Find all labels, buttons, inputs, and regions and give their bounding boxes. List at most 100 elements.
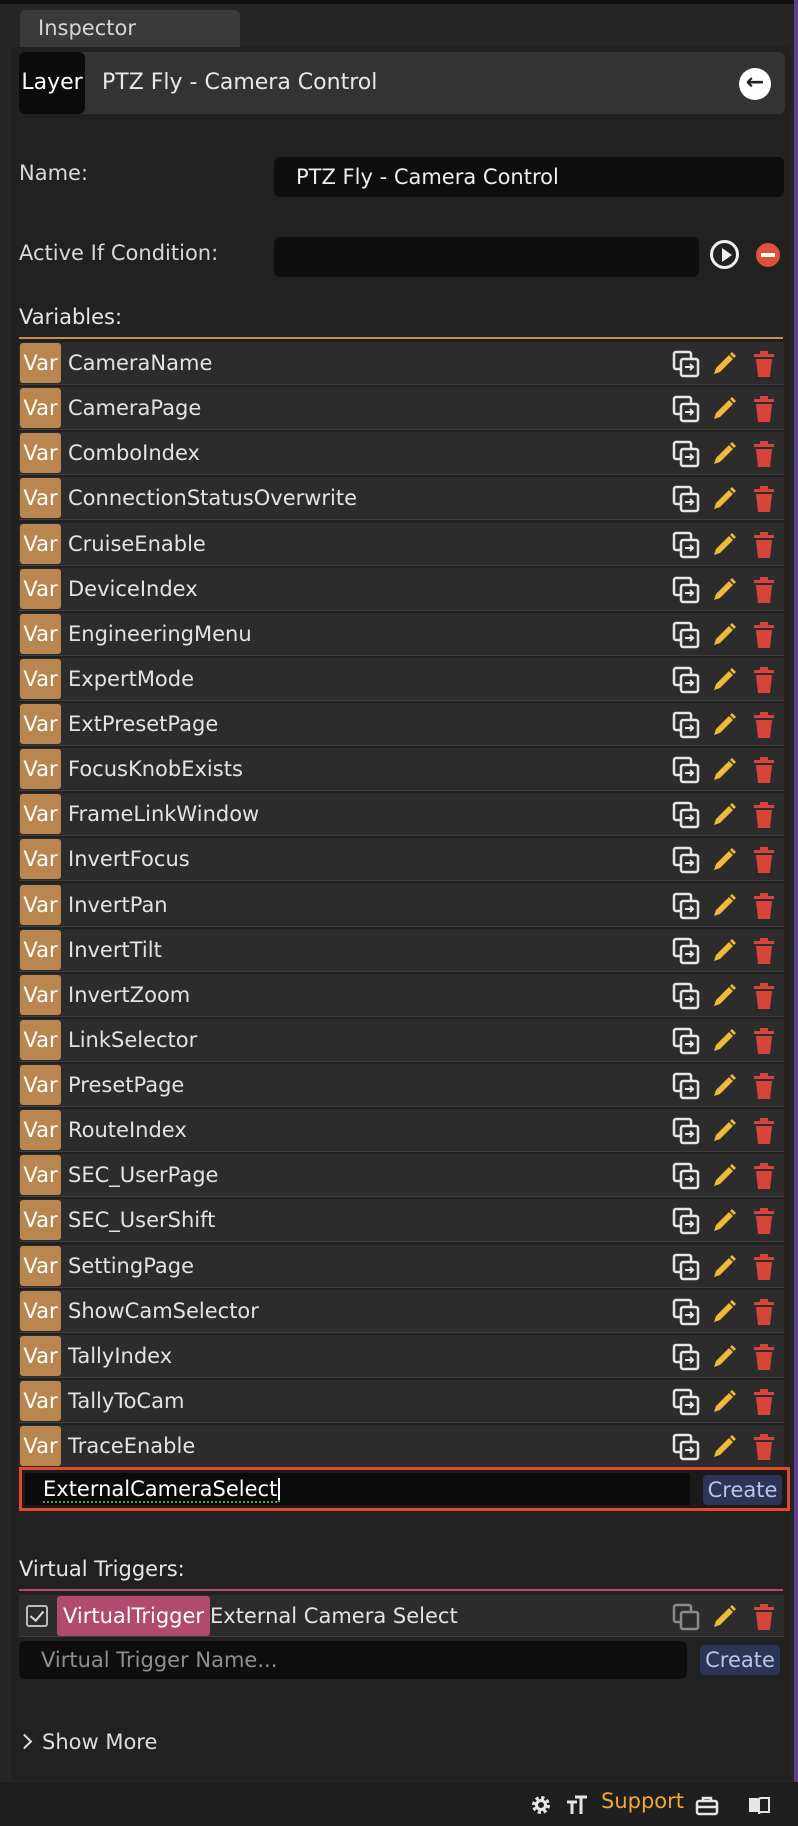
delete-trash-icon[interactable] — [750, 621, 778, 649]
duplicate-icon[interactable] — [672, 666, 700, 694]
variable-row: Var InvertTilt — [19, 928, 784, 972]
edit-pencil-icon[interactable] — [710, 892, 738, 920]
delete-trash-icon[interactable] — [750, 937, 778, 965]
duplicate-icon[interactable] — [672, 350, 700, 378]
duplicate-icon[interactable] — [672, 1027, 700, 1055]
edit-pencil-icon[interactable] — [710, 576, 738, 604]
play-icon[interactable] — [710, 240, 739, 269]
delete-trash-icon[interactable] — [750, 1433, 778, 1461]
variable-name: SEC_UserShift — [68, 1208, 216, 1233]
duplicate-icon[interactable] — [672, 1298, 700, 1326]
edit-pencil-icon[interactable] — [710, 485, 738, 513]
delete-trash-icon[interactable] — [750, 711, 778, 739]
delete-trash-icon[interactable] — [750, 801, 778, 829]
duplicate-icon[interactable] — [672, 846, 700, 874]
edit-pencil-icon[interactable] — [710, 711, 738, 739]
edit-pencil-icon[interactable] — [710, 1072, 738, 1100]
virtual-trigger-name-input[interactable]: Virtual Trigger Name... — [19, 1641, 687, 1679]
edit-pencil-icon[interactable] — [710, 1117, 738, 1145]
duplicate-icon[interactable] — [672, 395, 700, 423]
delete-trash-icon[interactable] — [750, 1603, 778, 1631]
delete-trash-icon[interactable] — [750, 1343, 778, 1371]
duplicate-icon[interactable] — [672, 711, 700, 739]
delete-trash-icon[interactable] — [750, 395, 778, 423]
duplicate-icon[interactable] — [672, 1072, 700, 1100]
duplicate-icon[interactable] — [672, 892, 700, 920]
edit-pencil-icon[interactable] — [710, 531, 738, 559]
duplicate-icon[interactable] — [672, 1207, 700, 1235]
edit-pencil-icon[interactable] — [710, 801, 738, 829]
edit-pencil-icon[interactable] — [710, 1388, 738, 1416]
duplicate-icon[interactable] — [672, 1433, 700, 1461]
edit-pencil-icon[interactable] — [710, 440, 738, 468]
delete-trash-icon[interactable] — [750, 1117, 778, 1145]
var-badge: Var — [20, 1335, 61, 1376]
text-size-icon[interactable] — [566, 1794, 588, 1816]
delete-trash-icon[interactable] — [750, 531, 778, 559]
delete-trash-icon[interactable] — [750, 1388, 778, 1416]
active-if-field[interactable] — [274, 237, 699, 277]
gear-icon[interactable] — [530, 1794, 552, 1816]
delete-trash-icon[interactable] — [750, 892, 778, 920]
duplicate-icon[interactable] — [672, 1117, 700, 1145]
create-variable-button[interactable]: Create — [703, 1475, 782, 1505]
duplicate-icon[interactable] — [672, 576, 700, 604]
duplicate-icon[interactable] — [672, 1253, 700, 1281]
duplicate-icon[interactable] — [672, 485, 700, 513]
duplicate-icon[interactable] — [672, 982, 700, 1010]
delete-trash-icon[interactable] — [750, 1207, 778, 1235]
remove-condition-icon[interactable] — [756, 243, 780, 267]
edit-pencil-icon[interactable] — [710, 1603, 738, 1631]
new-variable-input[interactable]: ExternalCameraSelect — [25, 1473, 690, 1505]
delete-trash-icon[interactable] — [750, 440, 778, 468]
delete-trash-icon[interactable] — [750, 756, 778, 784]
support-link[interactable]: Support — [601, 1789, 684, 1813]
duplicate-icon[interactable] — [672, 621, 700, 649]
edit-pencil-icon[interactable] — [710, 395, 738, 423]
create-virtual-trigger-button[interactable]: Create — [700, 1645, 780, 1675]
duplicate-icon[interactable] — [672, 756, 700, 784]
toolbox-icon[interactable] — [695, 1794, 719, 1816]
delete-trash-icon[interactable] — [750, 666, 778, 694]
duplicate-icon[interactable] — [672, 1343, 700, 1371]
manual-book-icon[interactable] — [747, 1794, 771, 1816]
edit-pencil-icon[interactable] — [710, 846, 738, 874]
duplicate-icon[interactable] — [672, 801, 700, 829]
duplicate-icon[interactable] — [672, 937, 700, 965]
name-field[interactable]: PTZ Fly - Camera Control — [274, 157, 784, 197]
delete-trash-icon[interactable] — [750, 1072, 778, 1100]
edit-pencil-icon[interactable] — [710, 1343, 738, 1371]
duplicate-icon[interactable] — [672, 1603, 700, 1631]
edit-pencil-icon[interactable] — [710, 1253, 738, 1281]
virtual-trigger-checkbox[interactable] — [26, 1605, 48, 1627]
delete-trash-icon[interactable] — [750, 1298, 778, 1326]
edit-pencil-icon[interactable] — [710, 1433, 738, 1461]
duplicate-icon[interactable] — [672, 531, 700, 559]
variable-row: Var CameraPage — [19, 387, 784, 431]
edit-pencil-icon[interactable] — [710, 982, 738, 1010]
edit-pencil-icon[interactable] — [710, 756, 738, 784]
edit-pencil-icon[interactable] — [710, 1162, 738, 1190]
edit-pencil-icon[interactable] — [710, 621, 738, 649]
delete-trash-icon[interactable] — [750, 576, 778, 604]
edit-pencil-icon[interactable] — [710, 350, 738, 378]
delete-trash-icon[interactable] — [750, 485, 778, 513]
duplicate-icon[interactable] — [672, 1162, 700, 1190]
duplicate-icon[interactable] — [672, 440, 700, 468]
delete-trash-icon[interactable] — [750, 846, 778, 874]
back-arrow-icon[interactable]: ← — [739, 68, 771, 100]
inspector-tab[interactable]: Inspector — [20, 10, 240, 47]
delete-trash-icon[interactable] — [750, 1253, 778, 1281]
edit-pencil-icon[interactable] — [710, 937, 738, 965]
edit-pencil-icon[interactable] — [710, 666, 738, 694]
variables-list: Var CameraName Var CameraPage Var ComboIndex V… — [19, 342, 784, 1470]
edit-pencil-icon[interactable] — [710, 1298, 738, 1326]
edit-pencil-icon[interactable] — [710, 1207, 738, 1235]
edit-pencil-icon[interactable] — [710, 1027, 738, 1055]
delete-trash-icon[interactable] — [750, 982, 778, 1010]
delete-trash-icon[interactable] — [750, 1162, 778, 1190]
delete-trash-icon[interactable] — [750, 1027, 778, 1055]
duplicate-icon[interactable] — [672, 1388, 700, 1416]
delete-trash-icon[interactable] — [750, 350, 778, 378]
show-more-toggle[interactable]: Show More — [16, 1730, 157, 1754]
